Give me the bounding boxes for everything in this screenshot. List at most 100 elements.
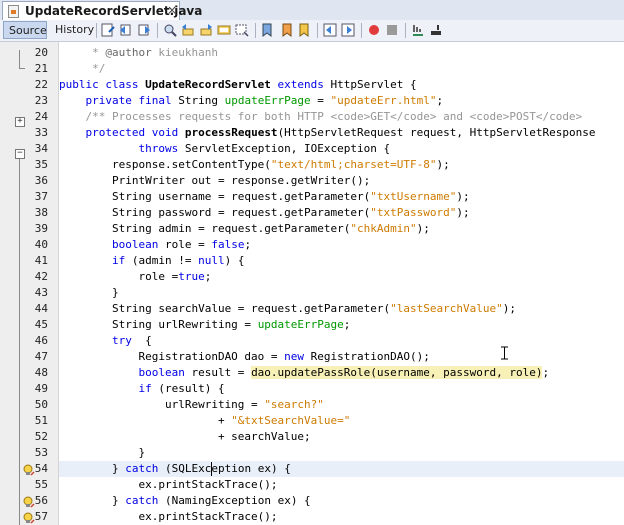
code-line[interactable]: } catch (NamingException ex) {	[59, 493, 624, 509]
code-line[interactable]: String username = request.getParameter("…	[59, 189, 624, 205]
tab-source[interactable]: Source	[3, 21, 47, 39]
code-line[interactable]: + "&txtSearchValue="	[59, 413, 624, 429]
code-token: *	[59, 46, 106, 59]
code-line[interactable]: private final String updateErrPage = "up…	[59, 93, 624, 109]
code-line[interactable]: throws ServletException, IOException {	[59, 141, 624, 157]
forward-icon[interactable]	[137, 23, 151, 37]
code-token: ex.printStackTrace();	[59, 478, 278, 491]
code-token: null	[198, 254, 225, 267]
line-number: 20	[34, 46, 48, 59]
code-token: role =	[59, 270, 179, 283]
code-line[interactable]: } catch (SQLException ex) {	[59, 461, 624, 477]
back-icon[interactable]	[119, 23, 133, 37]
code-token: (result) {	[158, 382, 225, 395]
code-token: );	[502, 302, 516, 315]
code-token: dao.updatePassRole(username, password, r…	[251, 366, 543, 379]
code-editor[interactable]: * @author kieukhanh */ public class Updat…	[59, 42, 624, 525]
code-token: urlRewriting =	[59, 398, 265, 411]
line-number: 41	[34, 254, 48, 267]
toggle-bookmark-icon[interactable]	[297, 23, 311, 37]
code-line[interactable]: ex.printStackTrace();	[59, 509, 624, 525]
start-macro-recording-icon[interactable]	[367, 23, 381, 37]
code-line[interactable]: public class UpdateRecordServlet extends…	[59, 77, 624, 93]
find-selection-icon[interactable]	[163, 23, 177, 37]
shift-left-icon[interactable]	[323, 23, 337, 37]
code-line[interactable]: if (admin != null) {	[59, 253, 624, 269]
code-token: catch	[125, 462, 165, 475]
code-line[interactable]: String urlRewriting = updateErrPage;	[59, 317, 624, 333]
code-line[interactable]: String admin = request.getParameter("chk…	[59, 221, 624, 237]
line-number: 44	[34, 302, 48, 315]
comment-icon[interactable]	[411, 23, 425, 37]
find-next-icon[interactable]	[199, 23, 213, 37]
code-line[interactable]: * @author kieukhanh	[59, 45, 624, 61]
code-token: /** Processes requests for both HTTP <co…	[59, 110, 583, 123]
line-number: 53	[34, 446, 48, 459]
code-line[interactable]: String password = request.getParameter("…	[59, 205, 624, 221]
code-token: @author	[105, 46, 152, 59]
code-token: if	[59, 382, 159, 395]
code-line[interactable]: boolean result = dao.updatePassRole(user…	[59, 365, 624, 381]
mouse-ibeam-cursor-icon	[501, 346, 508, 360]
editor-tab-bar: UpdateRecordServlet.java ×	[0, 0, 624, 21]
shift-right-icon[interactable]	[341, 23, 355, 37]
line-number: 46	[34, 334, 48, 347]
code-token: ;	[244, 238, 252, 251]
find-previous-icon[interactable]	[181, 23, 195, 37]
code-line[interactable]: urlRewriting = "search?"	[59, 397, 624, 413]
code-line[interactable]: PrintWriter out = response.getWriter();	[59, 173, 624, 189]
close-tab-icon[interactable]: ×	[167, 3, 177, 17]
code-token: updateErrPage	[257, 318, 344, 331]
line-number: 24	[34, 110, 48, 123]
code-token: "lastSearchValue"	[390, 302, 503, 315]
code-token: +	[59, 414, 232, 427]
line-number: 47	[34, 350, 48, 363]
code-line[interactable]: /** Processes requests for both HTTP <co…	[59, 109, 624, 125]
line-number: 56	[34, 494, 48, 507]
code-line[interactable]: try {	[59, 333, 624, 349]
line-number: 48	[34, 366, 48, 379]
code-token: );	[416, 222, 430, 235]
code-line[interactable]: response.setContentType("text/html;chars…	[59, 157, 624, 173]
code-token: updateErrPage	[224, 94, 311, 107]
next-bookmark-icon[interactable]	[279, 23, 293, 37]
code-token: public class	[59, 78, 146, 91]
stop-macro-recording-icon[interactable]	[385, 23, 399, 37]
toolbar-separator	[361, 23, 362, 38]
code-token: "text/html;charset=UTF-8"	[270, 158, 437, 171]
line-number: 52	[34, 430, 48, 443]
line-number: 33	[34, 126, 48, 139]
code-line[interactable]: }	[59, 285, 624, 301]
code-line[interactable]: protected void processRequest(HttpServle…	[59, 125, 624, 141]
code-token: (admin !=	[131, 254, 199, 267]
toolbar-separator	[96, 23, 97, 38]
last-edit-icon[interactable]	[101, 23, 115, 37]
code-line[interactable]: if (result) {	[59, 381, 624, 397]
code-token: RegistrationDAO();	[310, 350, 430, 363]
code-line[interactable]: + searchValue;	[59, 429, 624, 445]
line-number: 22	[34, 78, 48, 91]
file-tab[interactable]: UpdateRecordServlet.java ×	[2, 1, 202, 20]
code-token: }	[59, 494, 126, 507]
code-token: "txtUsername"	[370, 190, 457, 203]
previous-bookmark-icon[interactable]	[261, 23, 275, 37]
rectangular-selection-icon[interactable]	[235, 23, 249, 37]
code-line[interactable]: ex.printStackTrace();	[59, 477, 624, 493]
toggle-highlight-icon[interactable]	[217, 23, 231, 37]
line-number: 38	[34, 206, 48, 219]
code-line[interactable]: boolean role = false;	[59, 237, 624, 253]
tab-history[interactable]: History	[50, 21, 94, 39]
code-token: );	[456, 206, 470, 219]
code-token: ;	[343, 318, 351, 331]
code-token: processRequest	[184, 126, 278, 139]
code-line[interactable]: */	[59, 61, 624, 77]
code-line[interactable]: role =true;	[59, 269, 624, 285]
code-line[interactable]: }	[59, 445, 624, 461]
code-line[interactable]: RegistrationDAO dao = new RegistrationDA…	[59, 349, 624, 365]
code-token: true	[178, 270, 205, 283]
code-token: );	[436, 158, 450, 171]
code-token: response.setContentType(	[59, 158, 271, 171]
code-line[interactable]: String searchValue = request.getParamete…	[59, 301, 624, 317]
uncomment-icon[interactable]	[429, 23, 443, 37]
line-number: 49	[34, 382, 48, 395]
